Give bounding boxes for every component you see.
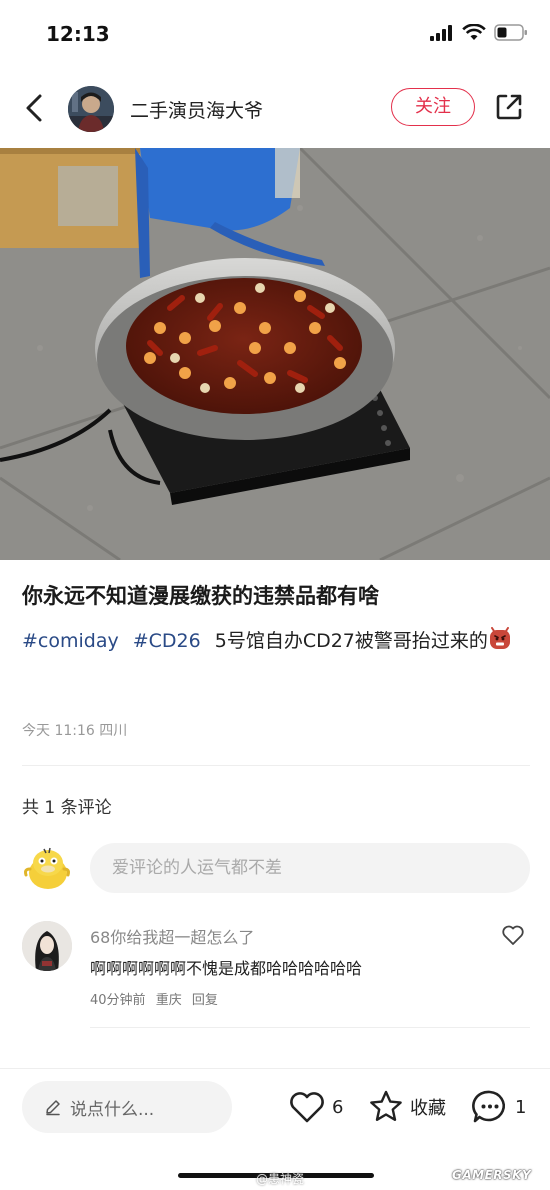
comment-location: 重庆 bbox=[155, 993, 182, 1008]
nav-bar: 二手演员海大爷 关注 bbox=[0, 78, 550, 138]
angry-face-emoji-icon bbox=[489, 627, 510, 649]
post-title: 你永远不知道漫展缴获的违禁品都有啥 bbox=[22, 584, 379, 608]
collect-button[interactable]: 收藏 bbox=[368, 1089, 446, 1125]
commenter-username[interactable]: 68你给我超一超怎么了 bbox=[90, 924, 254, 948]
chevron-left-icon bbox=[26, 94, 42, 122]
comment-like-button[interactable] bbox=[500, 922, 526, 948]
watermark-logo: GAMERSKY bbox=[452, 1168, 532, 1182]
watermark-handle: @患神瓷 bbox=[256, 1172, 305, 1186]
status-icons bbox=[430, 24, 528, 41]
my-avatar bbox=[22, 845, 72, 891]
share-button[interactable] bbox=[494, 92, 524, 122]
like-button[interactable]: 6 bbox=[288, 1089, 343, 1125]
divider bbox=[22, 765, 530, 766]
author-avatar[interactable] bbox=[68, 86, 114, 132]
duck-emoji-avatar-icon bbox=[24, 847, 70, 889]
comment-button[interactable]: 1 bbox=[471, 1089, 526, 1125]
signal-icon bbox=[430, 24, 452, 41]
heart-outline-icon bbox=[502, 925, 524, 945]
commenter-avatar[interactable] bbox=[22, 921, 72, 971]
commenter-avatar-image bbox=[22, 921, 72, 971]
comment-count: 共 1 条评论 bbox=[22, 798, 112, 818]
like-count: 6 bbox=[332, 1096, 344, 1118]
post-body: #comiday #CD26 5号馆自办CD27被警哥抬过来的 bbox=[22, 624, 532, 658]
heart-outline-icon bbox=[290, 1092, 324, 1123]
wifi-icon bbox=[462, 24, 486, 40]
author-avatar-image bbox=[68, 86, 114, 132]
collect-label: 收藏 bbox=[410, 1098, 446, 1119]
share-icon bbox=[496, 94, 522, 120]
post-meta: 今天 11:16 四川 bbox=[22, 720, 127, 740]
comment-text: 啊啊啊啊啊啊不愧是成都哈哈哈哈哈哈 bbox=[90, 959, 363, 978]
post-time: 今天 11:16 bbox=[22, 723, 95, 739]
reply-button[interactable]: 回复 bbox=[192, 993, 218, 1008]
post-photo[interactable] bbox=[0, 148, 550, 560]
divider bbox=[90, 1027, 530, 1028]
comment-bubble-icon bbox=[472, 1090, 505, 1123]
back-button[interactable] bbox=[20, 90, 50, 126]
status-bar: 12:13 bbox=[0, 0, 550, 70]
author-name[interactable]: 二手演员海大爷 bbox=[130, 96, 263, 123]
hashtag-comiday[interactable]: #comiday bbox=[22, 630, 119, 652]
status-time: 12:13 bbox=[46, 22, 110, 46]
pencil-icon bbox=[46, 1100, 60, 1116]
say-something-placeholder: 说点什么... bbox=[70, 1099, 155, 1120]
comment-input[interactable]: 爱评论的人运气都不差 bbox=[90, 843, 530, 893]
star-outline-icon bbox=[370, 1090, 402, 1121]
hashtag-cd26[interactable]: #CD26 bbox=[133, 630, 201, 652]
battery-icon bbox=[494, 24, 527, 41]
follow-button[interactable]: 关注 bbox=[391, 88, 475, 126]
say-something-input[interactable]: 说点什么... bbox=[22, 1081, 232, 1133]
hotpot-photo-image bbox=[0, 148, 550, 560]
bottom-action-bar: 说点什么... 6 收藏 1 bbox=[0, 1068, 550, 1148]
comment-meta: 40分钟前 重庆 回复 bbox=[90, 989, 224, 1008]
post-location: 四川 bbox=[99, 723, 128, 739]
comment-time: 40分钟前 bbox=[90, 993, 146, 1008]
comment-count-badge: 1 bbox=[515, 1096, 527, 1118]
comment-item: 68你给我超一超怎么了 啊啊啊啊啊啊不愧是成都哈哈哈哈哈哈 40分钟前 重庆 回… bbox=[22, 918, 532, 1028]
post-text: 5号馆自办CD27被警哥抬过来的 bbox=[214, 630, 488, 652]
